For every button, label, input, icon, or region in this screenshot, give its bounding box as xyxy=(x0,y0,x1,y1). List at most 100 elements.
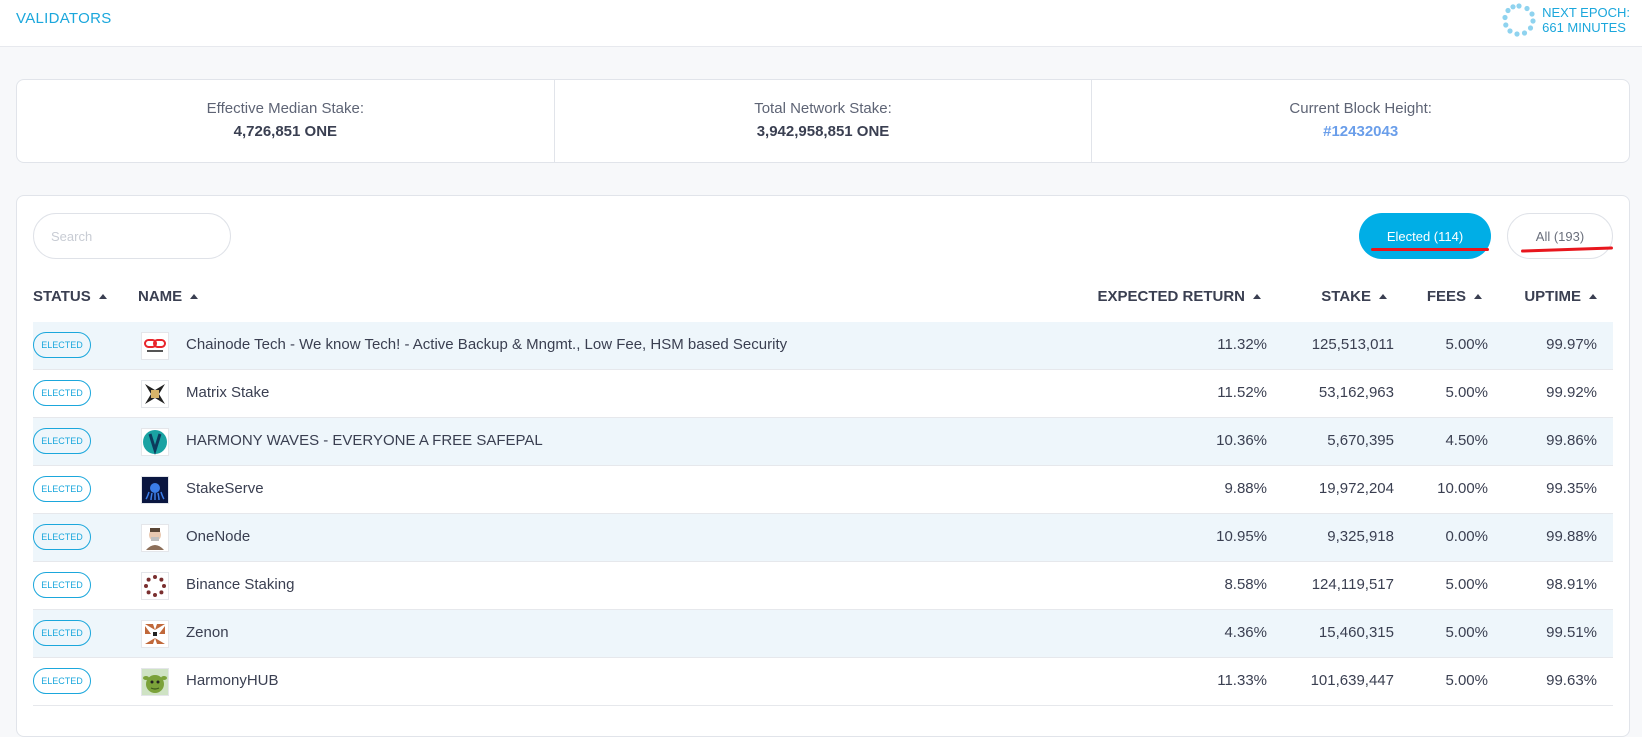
validator-name[interactable]: Matrix Stake xyxy=(186,384,269,401)
status-badge: ELECTED xyxy=(33,428,91,454)
status-badge: ELECTED xyxy=(33,572,91,598)
column-status[interactable]: STATUS xyxy=(33,288,107,305)
matrix-stake-logo-icon xyxy=(145,384,165,404)
sort-asc-icon xyxy=(98,294,107,299)
status-badge: ELECTED xyxy=(33,668,91,694)
onenode-avatar-icon xyxy=(146,528,164,550)
validator-name[interactable]: Zenon xyxy=(186,624,229,641)
status-badge: ELECTED xyxy=(33,332,91,358)
status-badge: ELECTED xyxy=(33,476,91,502)
uptime: 98.91% xyxy=(1546,576,1597,593)
next-epoch: NEXT EPOCH: 661 MINUTES xyxy=(1502,3,1630,37)
validator-avatar xyxy=(141,572,169,600)
expected-return: 4.36% xyxy=(1224,624,1267,641)
validators-panel: Elected (114) All (193) STATUS NAME EXPE… xyxy=(16,195,1630,737)
sort-asc-icon xyxy=(1379,294,1387,299)
column-stake[interactable]: STAKE xyxy=(1321,288,1387,305)
uptime: 99.35% xyxy=(1546,480,1597,497)
sort-asc-icon xyxy=(1474,294,1482,299)
fees: 0.00% xyxy=(1445,528,1488,545)
validator-name[interactable]: HARMONY WAVES - EVERYONE A FREE SAFEPAL xyxy=(186,432,543,449)
epoch-value: 661 MINUTES xyxy=(1542,20,1626,35)
search-input[interactable] xyxy=(33,213,231,259)
total-stake-stat: Total Network Stake: 3,942,958,851 ONE xyxy=(555,80,1093,162)
stat-label: Effective Median Stake: xyxy=(206,100,364,117)
validator-name[interactable]: StakeServe xyxy=(186,480,264,497)
table-row[interactable]: ELECTED OneNode 10.95% 9,325,918 0.00% 9… xyxy=(33,514,1613,562)
median-stake-stat: Effective Median Stake: 4,726,851 ONE xyxy=(17,80,555,162)
network-stats: Effective Median Stake: 4,726,851 ONE To… xyxy=(16,79,1630,163)
stake: 125,513,011 xyxy=(1311,336,1394,353)
table-row[interactable]: ELECTED Chainode Tech - We know Tech! - … xyxy=(33,322,1613,370)
epoch-spinner-icon xyxy=(1502,3,1536,37)
validator-name[interactable]: HarmonyHUB xyxy=(186,672,279,689)
fees: 5.00% xyxy=(1445,336,1488,353)
fees: 5.00% xyxy=(1445,384,1488,401)
block-height-link[interactable]: #12432043 xyxy=(1092,123,1629,140)
fees: 4.50% xyxy=(1445,432,1488,449)
block-height-stat: Current Block Height: #12432043 xyxy=(1092,80,1629,162)
table-row[interactable]: ELECTED StakeServe 9.88% 19,972,204 10.0… xyxy=(33,466,1613,514)
epoch-label: NEXT EPOCH: xyxy=(1542,5,1630,20)
validator-avatar xyxy=(141,476,169,504)
sort-asc-icon xyxy=(190,294,199,299)
stat-label: Current Block Height: xyxy=(1289,100,1432,117)
table-row[interactable]: ELECTED Matrix Stake 11.52% 53,162,963 5… xyxy=(33,370,1613,418)
uptime: 99.92% xyxy=(1546,384,1597,401)
stake: 124,119,517 xyxy=(1311,576,1394,593)
expected-return: 11.52% xyxy=(1217,384,1267,401)
validator-name[interactable]: Binance Staking xyxy=(186,576,294,593)
validator-avatar xyxy=(141,428,169,456)
table-row[interactable]: ELECTED Binance Staking 8.58% 124,119,51… xyxy=(33,562,1613,610)
stat-value: 3,942,958,851 ONE xyxy=(756,123,890,140)
uptime: 99.97% xyxy=(1546,336,1597,353)
stake: 19,972,204 xyxy=(1318,480,1394,497)
fees: 5.00% xyxy=(1445,672,1488,689)
fees: 10.00% xyxy=(1437,480,1488,497)
uptime: 99.51% xyxy=(1546,624,1597,641)
validator-list: ELECTED Chainode Tech - We know Tech! - … xyxy=(33,322,1613,706)
uptime: 99.88% xyxy=(1546,528,1597,545)
stake: 5,670,395 xyxy=(1327,432,1394,449)
table-row[interactable]: ELECTED HARMONY WAVES - EVERYONE A FREE … xyxy=(33,418,1613,466)
harmonyhub-avatar-icon xyxy=(142,669,168,695)
status-badge: ELECTED xyxy=(33,380,91,406)
column-uptime[interactable]: UPTIME xyxy=(1524,288,1597,305)
validator-avatar xyxy=(141,620,169,648)
column-expected-return[interactable]: EXPECTED RETURN xyxy=(1097,288,1261,305)
status-badge: ELECTED xyxy=(33,620,91,646)
stake: 101,639,447 xyxy=(1310,672,1394,689)
binance-staking-logo-icon xyxy=(144,575,166,597)
sort-asc-icon xyxy=(1253,294,1261,299)
stat-value: 4,726,851 ONE xyxy=(233,123,338,140)
stakeserve-logo-icon xyxy=(145,483,165,501)
red-underline-annotation xyxy=(1371,248,1489,251)
chainode-logo-icon xyxy=(144,339,166,352)
top-bar: VALIDATORS NEXT EPOCH: 661 MINUTES xyxy=(0,0,1642,47)
expected-return: 10.95% xyxy=(1216,528,1267,545)
status-badge: ELECTED xyxy=(33,524,91,550)
expected-return: 11.33% xyxy=(1217,672,1267,689)
fees: 5.00% xyxy=(1445,576,1488,593)
page-title[interactable]: VALIDATORS xyxy=(16,10,112,27)
expected-return: 8.58% xyxy=(1224,576,1267,593)
validator-avatar xyxy=(141,524,169,552)
validator-name[interactable]: OneNode xyxy=(186,528,250,545)
validator-avatar xyxy=(141,668,169,696)
column-name[interactable]: NAME xyxy=(138,288,199,305)
validator-name[interactable]: Chainode Tech - We know Tech! - Active B… xyxy=(186,336,787,353)
elected-filter-button[interactable]: Elected (114) xyxy=(1359,213,1491,259)
table-row[interactable]: ELECTED HarmonyHUB 11.33% 101,639,447 5.… xyxy=(33,658,1613,706)
stake: 9,325,918 xyxy=(1327,528,1394,545)
uptime: 99.63% xyxy=(1546,672,1597,689)
expected-return: 9.88% xyxy=(1224,480,1267,497)
stake: 15,460,315 xyxy=(1318,624,1394,641)
fees: 5.00% xyxy=(1445,624,1488,641)
column-fees[interactable]: FEES xyxy=(1427,288,1482,305)
validator-avatar xyxy=(141,380,169,408)
sort-asc-icon xyxy=(1589,294,1597,299)
table-row[interactable]: ELECTED Zenon 4.36% 15,460,315 5.00% 99.… xyxy=(33,610,1613,658)
stake: 53,162,963 xyxy=(1318,384,1394,401)
expected-return: 10.36% xyxy=(1216,432,1267,449)
harmony-waves-logo-icon xyxy=(143,430,167,455)
